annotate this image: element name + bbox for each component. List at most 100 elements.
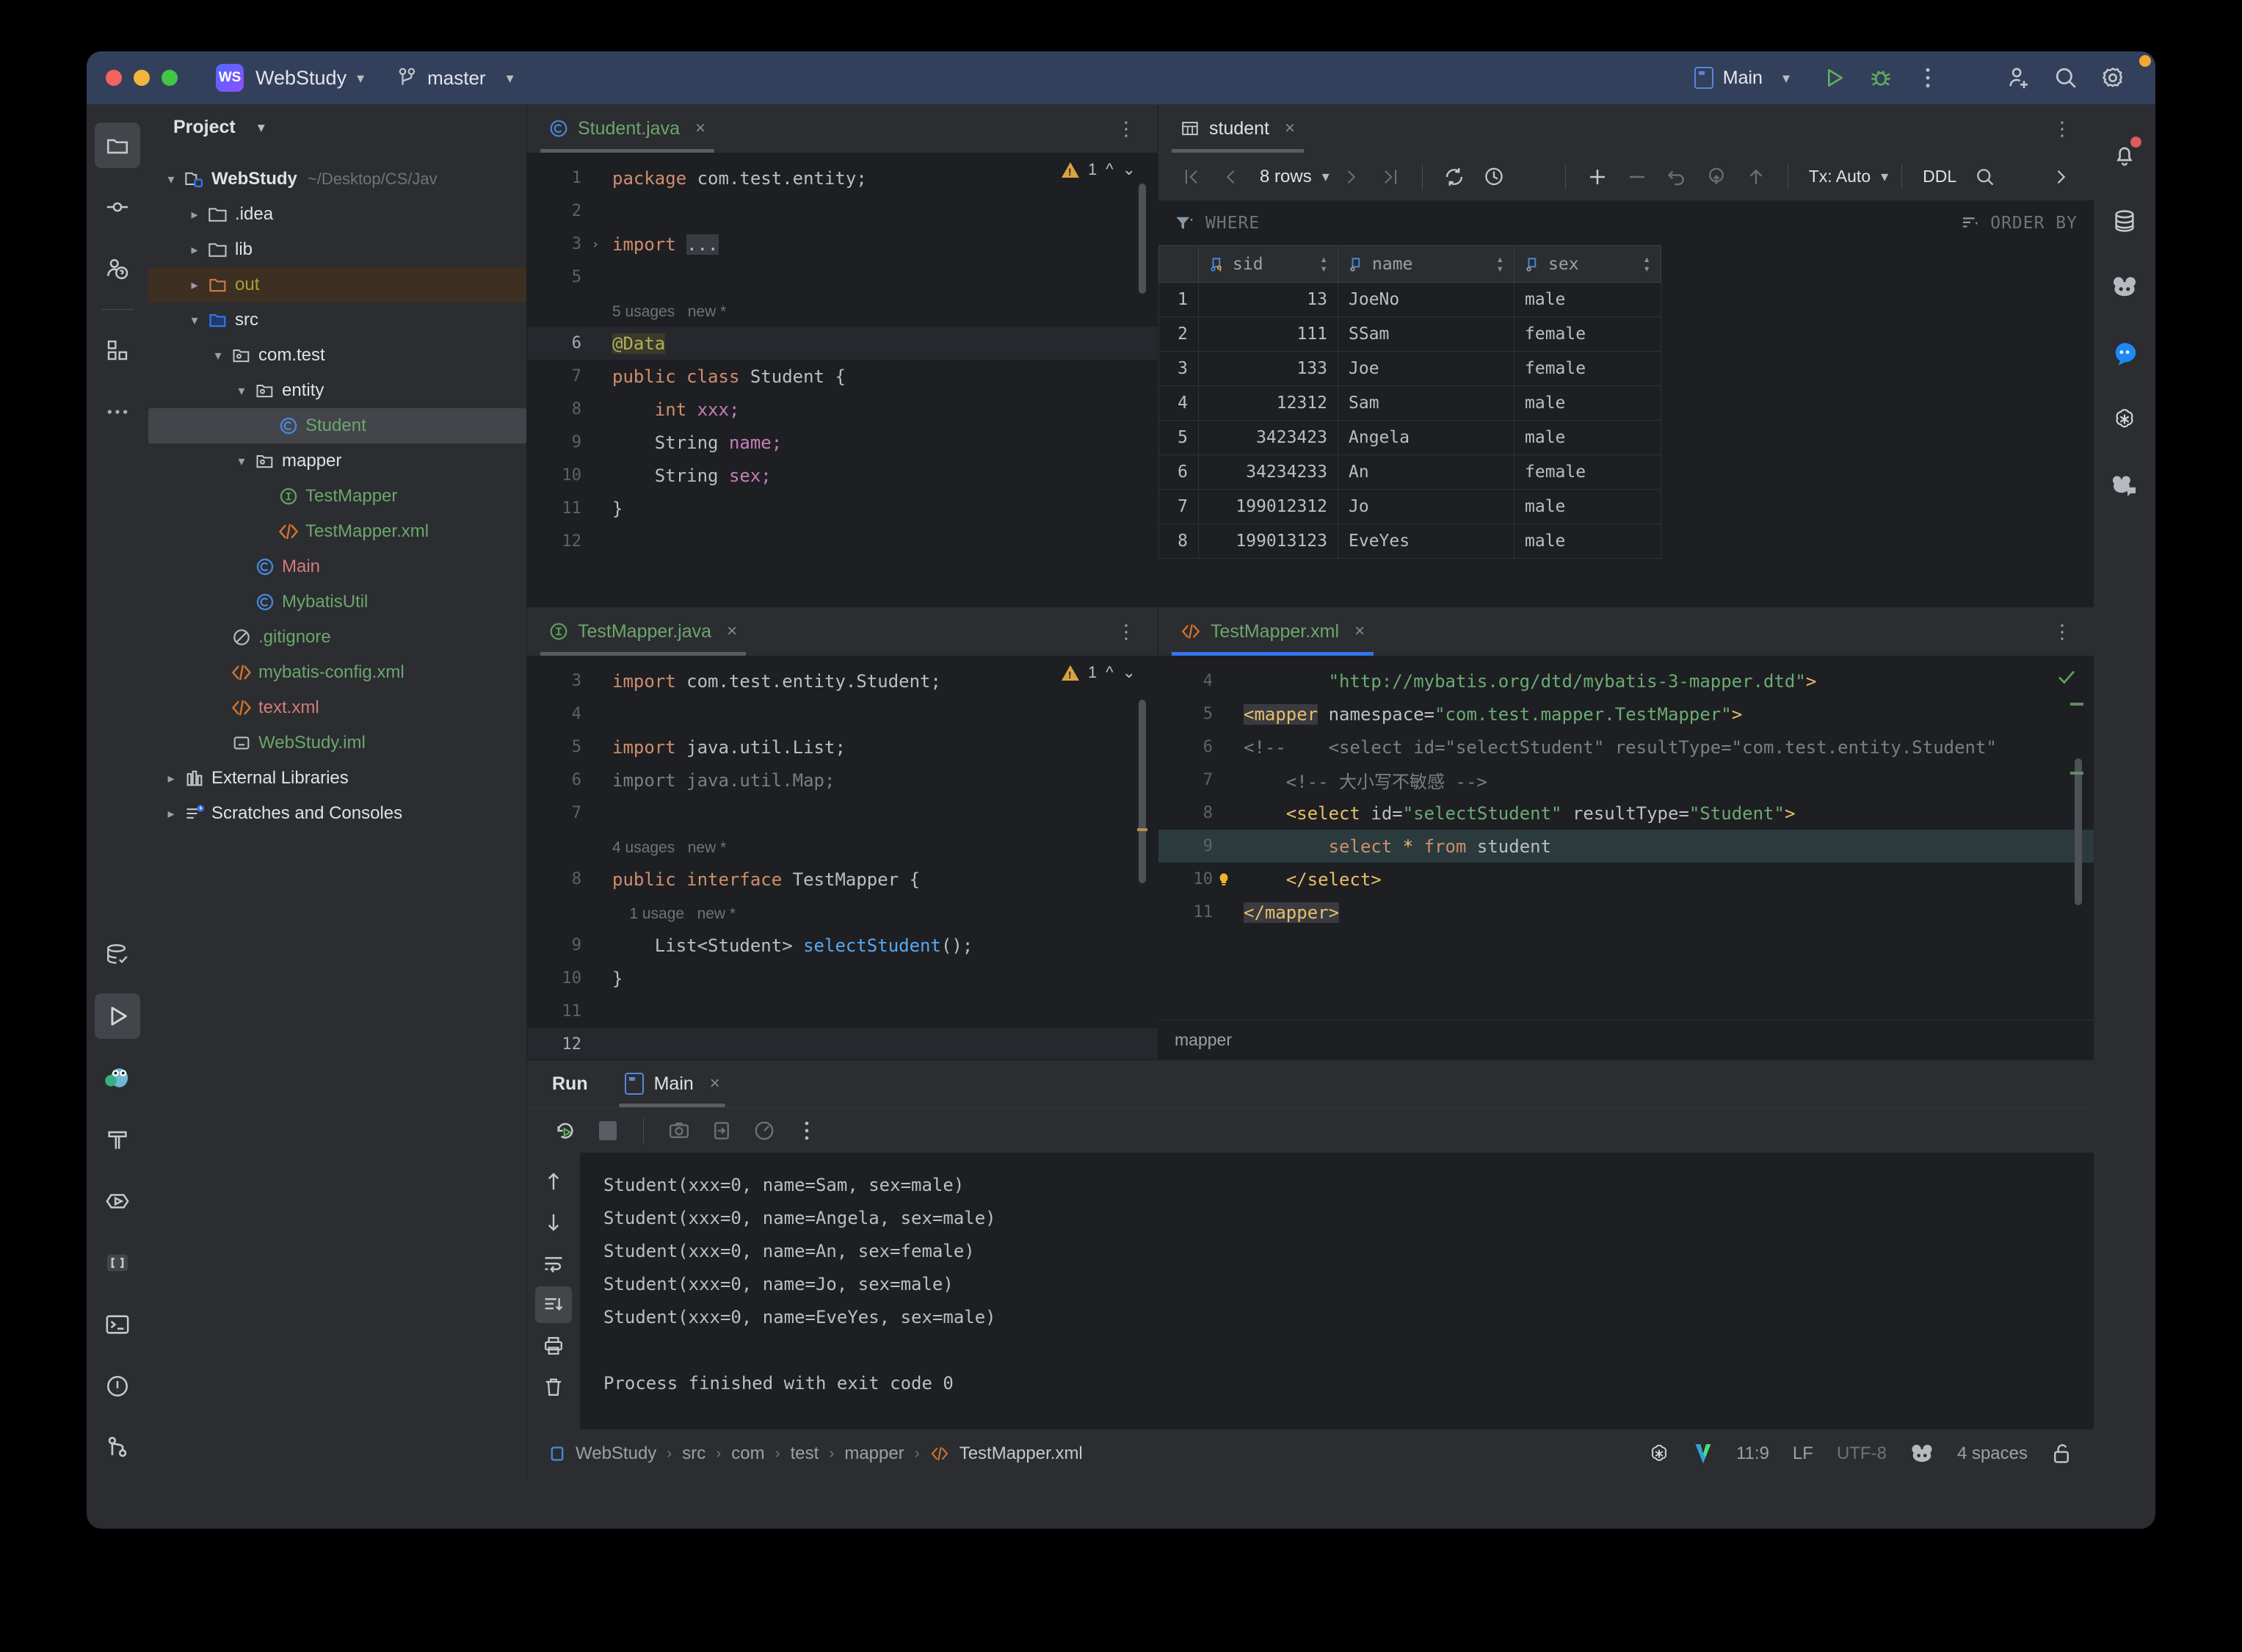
code-line[interactable]: 5 <mapper namespace="com.test.mapper.Test… <box>1158 698 2094 731</box>
tree-item-webstudy-iml[interactable]: WebStudy.iml <box>148 725 526 761</box>
breadcrumb-item[interactable]: com <box>731 1443 764 1464</box>
cell-sex[interactable]: male <box>1514 282 1661 317</box>
sidebar-item-more[interactable] <box>95 389 140 435</box>
code-line[interactable]: 1 package com.test.entity; <box>527 162 1158 195</box>
cell-sid[interactable]: 133 <box>1198 351 1338 386</box>
cell-sid[interactable]: 199012312 <box>1198 489 1338 524</box>
search-button[interactable] <box>2042 54 2089 101</box>
sort-toggle-icon[interactable]: ▴ ▾ <box>1320 253 1327 274</box>
import-button[interactable] <box>704 1113 739 1148</box>
chevron-down-icon[interactable]: ▾ <box>162 172 181 187</box>
prev-occurrence-button[interactable] <box>535 1163 572 1200</box>
filter-icon[interactable] <box>1175 214 1194 232</box>
cell-sid[interactable]: 13 <box>1198 282 1338 317</box>
code-line[interactable]: 5 usages new * <box>527 294 1158 327</box>
run-console-output[interactable]: Student(xxx=0, name=Sam, sex=male) Studen… <box>580 1153 2094 1429</box>
breadcrumb-item[interactable]: src <box>682 1443 705 1464</box>
tree-item-scratches-and-consoles[interactable]: ▸ Scratches and Consoles <box>148 796 526 831</box>
cell-sex[interactable]: male <box>1514 524 1661 559</box>
cell-sid[interactable]: 199013123 <box>1198 524 1338 559</box>
run-configuration-selector[interactable]: Main ▾ <box>1694 67 1790 89</box>
stop-button[interactable] <box>590 1113 625 1148</box>
project-name-label[interactable]: WebStudy <box>255 67 347 90</box>
tree-item-webstudy[interactable]: ▾ WebStudy ~/Desktop/CS/Jav <box>148 162 526 197</box>
table-row[interactable]: 2 111 SSam female <box>1158 316 1661 352</box>
submit-button[interactable] <box>1738 159 1774 195</box>
cell-name[interactable]: SSam <box>1338 316 1514 352</box>
expand-toolbar-button[interactable] <box>2042 159 2079 195</box>
more-run-actions-button[interactable] <box>789 1113 824 1148</box>
cell-sid[interactable]: 3423423 <box>1198 420 1338 455</box>
first-page-button[interactable] <box>1173 159 1210 195</box>
sidebar-item-problems[interactable] <box>95 1363 140 1409</box>
line-separator[interactable]: LF <box>1793 1443 1813 1464</box>
minimize-window-button[interactable] <box>134 70 150 86</box>
db-options-button[interactable]: ⋮ <box>2045 117 2080 140</box>
breadcrumb-item[interactable]: TestMapper.xml <box>959 1443 1083 1464</box>
code-editor-testmapper-java[interactable]: 1 ^ ⌄ 3import com.test.entity.Student;45… <box>527 656 1158 1060</box>
tree-item-idea[interactable]: ▸ .idea <box>148 197 526 232</box>
breadcrumb-item[interactable]: mapper <box>844 1443 904 1464</box>
rows-count-label[interactable]: 8 rows <box>1252 167 1319 187</box>
ddl-button[interactable]: DDL <box>1915 167 1964 186</box>
close-window-button[interactable] <box>106 70 122 86</box>
sidebar-item-project[interactable] <box>95 123 140 168</box>
tab-student-java[interactable]: Student.java × <box>540 104 715 153</box>
sidebar-item-run[interactable] <box>95 993 140 1039</box>
cell-name[interactable]: EveYes <box>1338 524 1514 559</box>
commit-row-button[interactable] <box>1698 159 1735 195</box>
intention-bulb-icon[interactable] <box>1216 872 1238 888</box>
add-user-button[interactable] <box>1995 54 2042 101</box>
editor-options-button[interactable]: ⋮ <box>1109 620 1144 643</box>
profiler-button[interactable] <box>747 1113 782 1148</box>
code-line[interactable]: 11 <box>527 995 1158 1028</box>
tree-item-gitignore[interactable]: .gitignore <box>148 620 526 655</box>
next-page-button[interactable] <box>1332 159 1369 195</box>
cell-sex[interactable]: male <box>1514 420 1661 455</box>
last-page-button[interactable] <box>1372 159 1409 195</box>
cell-name[interactable]: Joe <box>1338 351 1514 386</box>
notifications-button[interactable] <box>2102 132 2147 178</box>
sidebar-item-version-control[interactable] <box>95 1425 140 1471</box>
chevron-down-icon[interactable]: ▾ <box>357 69 364 87</box>
result-grid[interactable]: sid ▴ ▾ name ▴ ▾ sex ▴ ▾ 1 13 JoeNo male 2 111 SSam fema… <box>1158 245 2094 606</box>
close-icon[interactable]: × <box>695 118 705 139</box>
table-row[interactable]: 1 13 JoeNo male <box>1158 282 1661 317</box>
code-line[interactable]: 5 <box>527 261 1158 294</box>
tree-item-text-xml[interactable]: text.xml <box>148 690 526 725</box>
branch-selector[interactable]: master ▾ <box>398 67 514 90</box>
rerun-button[interactable] <box>548 1113 583 1148</box>
tree-item-testmapper[interactable]: TestMapper <box>148 479 526 514</box>
tree-item-student[interactable]: Student <box>148 408 526 443</box>
tree-item-entity[interactable]: ▾ entity <box>148 373 526 408</box>
close-icon[interactable]: × <box>710 1073 720 1094</box>
order-by-control[interactable]: ORDER BY <box>1961 214 2078 233</box>
sidebar-item-commit[interactable] <box>95 184 140 230</box>
code-line[interactable]: 1 usage new * <box>527 896 1158 929</box>
chevron-down-icon[interactable]: ▾ <box>185 313 204 328</box>
close-icon[interactable]: × <box>1354 621 1365 642</box>
cell-sid[interactable]: 111 <box>1198 316 1338 352</box>
prev-page-button[interactable] <box>1213 159 1249 195</box>
tree-item-mapper[interactable]: ▾ mapper <box>148 443 526 479</box>
code-line[interactable]: 11 </mapper> <box>1158 896 2094 929</box>
code-line[interactable]: 9 String name; <box>527 426 1158 459</box>
tree-item-mybatisutil[interactable]: MybatisUtil <box>148 584 526 620</box>
code-line[interactable]: 6 @Data <box>527 327 1158 360</box>
cell-sid[interactable]: 34234233 <box>1198 454 1338 490</box>
soft-wrap-button[interactable] <box>535 1245 572 1282</box>
code-line[interactable]: 8 int xxx; <box>527 393 1158 426</box>
chevron-right-icon[interactable]: ▸ <box>162 806 181 822</box>
cell-name[interactable]: Angela <box>1338 420 1514 455</box>
code-line[interactable]: 4 <box>527 698 1158 731</box>
cell-sex[interactable]: female <box>1514 351 1661 386</box>
close-icon[interactable]: × <box>727 621 737 642</box>
cell-sex[interactable]: female <box>1514 454 1661 490</box>
code-line[interactable]: 7 <!-- 大小写不敏感 --> <box>1158 764 2094 797</box>
table-row[interactable]: 4 12312 Sam male <box>1158 385 1661 421</box>
code-line[interactable]: 4 "http://mybatis.org/dtd/mybatis-3-mapp… <box>1158 664 2094 698</box>
tab-testmapper-java[interactable]: TestMapper.java × <box>540 607 747 656</box>
debug-button[interactable] <box>1857 54 1904 101</box>
code-line[interactable]: 7 public class Student { <box>527 360 1158 393</box>
editor-options-button[interactable]: ⋮ <box>2045 620 2080 643</box>
